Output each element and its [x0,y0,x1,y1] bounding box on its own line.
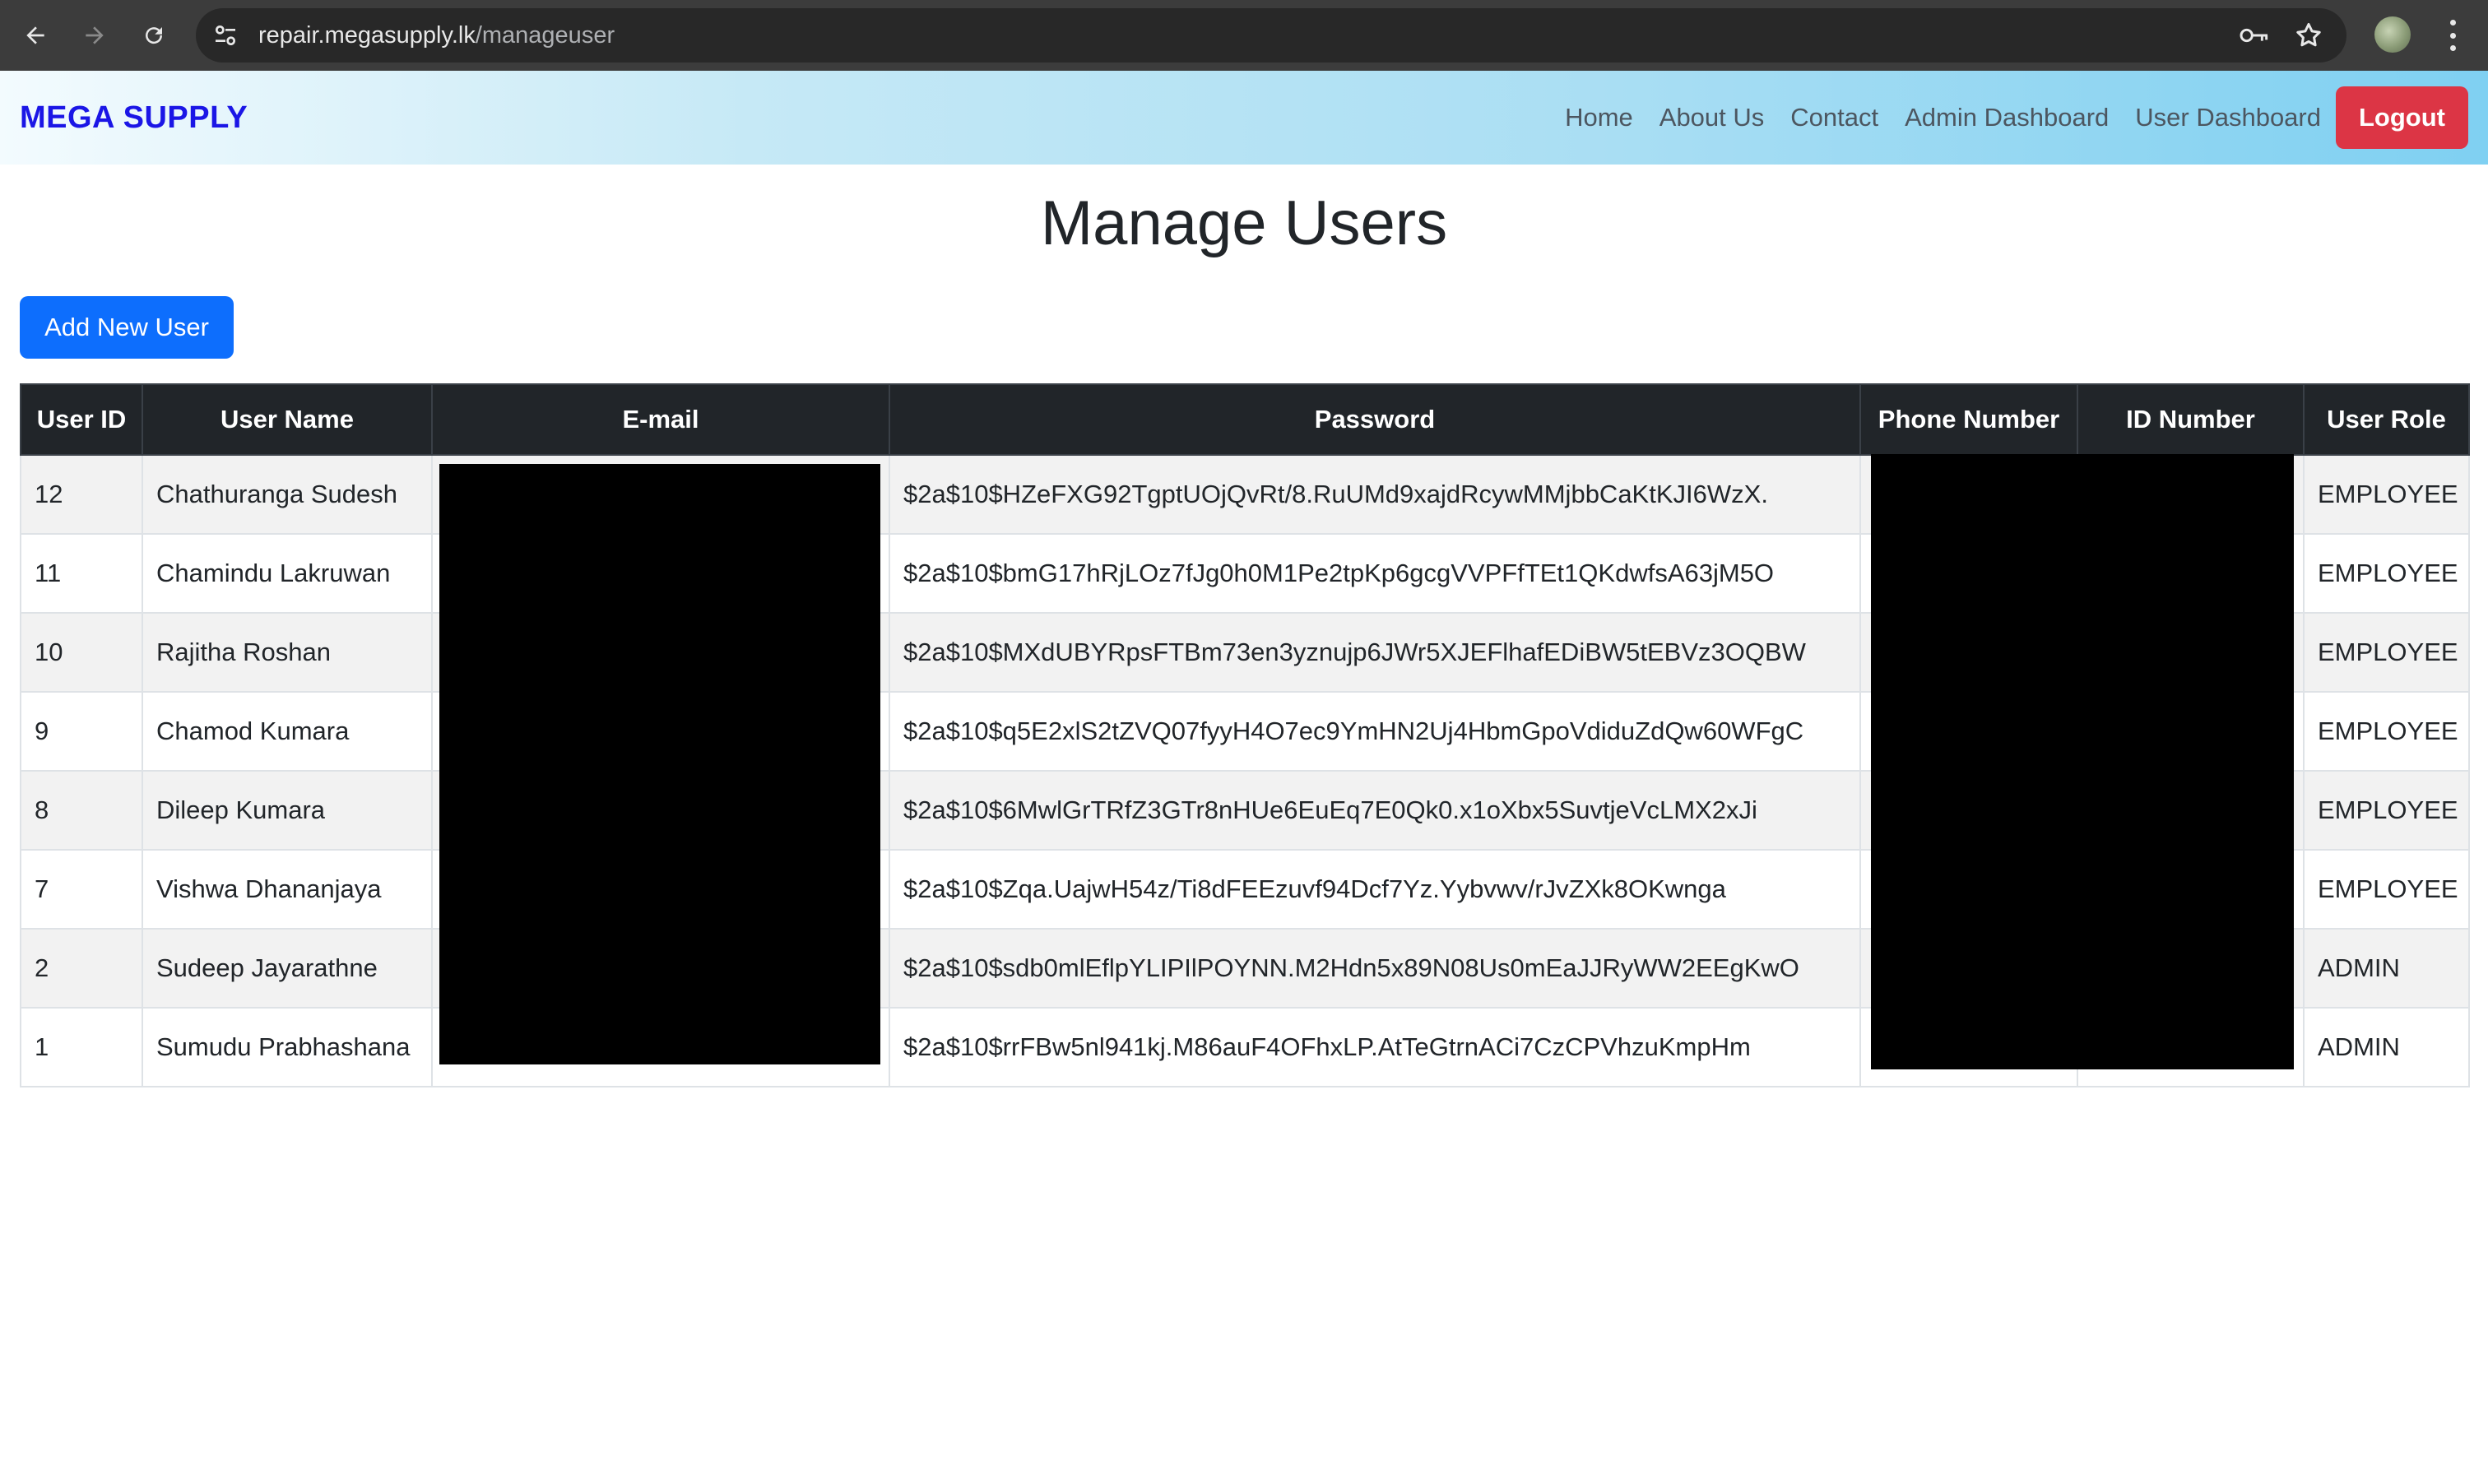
nav-links: Home About Us Contact Admin Dashboard Us… [1539,71,2468,165]
user-name-cell: Chathuranga Sudesh [142,454,433,535]
user-role-cell: EMPLOYEE [2303,770,2470,851]
reload-icon [146,27,163,44]
three-dots-vertical-icon[interactable] [2440,15,2465,56]
user-role-cell: ADMIN [2303,1007,2470,1087]
password-cell: $2a$10$rrFBw5nl941kj.M86auF4OFhxLP.AtTeG… [889,1007,1861,1087]
browser-toolbar: repair.megasupply.lk/manageuser [0,0,2488,71]
user-role-cell: EMPLOYEE [2303,691,2470,772]
nav-link-home[interactable]: Home [1565,103,1633,132]
user-name-cell: Chamod Kumara [142,691,433,772]
user-role-cell: ADMIN [2303,928,2470,1009]
key-icon[interactable] [2238,22,2271,49]
nav-link-about-us[interactable]: About Us [1659,103,1765,132]
logout-button[interactable]: Logout [2335,86,2468,149]
column-header-user-id: User ID [20,383,143,456]
add-new-user-button[interactable]: Add New User [20,296,234,359]
site-navbar: MEGA SUPPLY Home About Us Contact Admin … [0,71,2488,165]
page-title: Manage Users [1040,188,1448,258]
url-text[interactable]: repair.megasupply.lk/manageuser [258,8,615,63]
user-role-cell: EMPLOYEE [2303,454,2470,535]
password-cell: $2a$10$6MwlGrTRfZ3GTr8nHUe6EuEq7E0Qk0.x1… [889,770,1861,851]
user-role-cell: EMPLOYEE [2303,849,2470,930]
column-header-phone-number: Phone Number [1859,383,2078,456]
user-id-cell: 8 [20,770,143,851]
password-cell: $2a$10$MXdUBYRpsFTBm73en3yznujp6JWr5XJEF… [889,612,1861,693]
nav-link-contact[interactable]: Contact [1790,103,1878,132]
password-cell: $2a$10$q5E2xlS2tZVQ07fyyH4O7ec9YmHN2Uj4H… [889,691,1861,772]
reload-button[interactable] [135,16,173,54]
profile-avatar[interactable] [2374,16,2411,53]
password-cell: $2a$10$sdb0mlEflpYLIPIlPOYNN.M2Hdn5x89N0… [889,928,1861,1009]
user-id-cell: 10 [20,612,143,693]
address-bar[interactable]: repair.megasupply.lk/manageuser [196,8,2346,63]
password-cell: $2a$10$HZeFXG92TgptUOjQvRt/8.RuUMd9xajdR… [889,454,1861,535]
star-icon[interactable] [2294,21,2323,50]
password-cell: $2a$10$Zqa.UajwH54z/Ti8dFEEzuvf94Dcf7Yz.… [889,849,1861,930]
column-header-id-number: ID Number [2077,383,2305,456]
tune-icon[interactable] [212,22,239,49]
user-id-cell: 11 [20,533,143,614]
forward-button[interactable] [76,16,114,54]
user-name-cell: Dileep Kumara [142,770,433,851]
phone-id-redaction-block [1871,454,2294,1069]
user-role-cell: EMPLOYEE [2303,533,2470,614]
column-header-email: E-mail [431,383,890,456]
user-name-cell: Rajitha Roshan [142,612,433,693]
user-id-cell: 7 [20,849,143,930]
password-cell: $2a$10$bmG17hRjLOz7fJg0h0M1Pe2tpKp6gcgVV… [889,533,1861,614]
nav-link-admin-dashboard[interactable]: Admin Dashboard [1905,103,2109,132]
user-role-cell: EMPLOYEE [2303,612,2470,693]
user-name-cell: Sumudu Prabhashana [142,1007,433,1087]
back-button[interactable] [16,16,54,54]
email-redaction-block [439,464,880,1064]
url-host: repair.megasupply.lk [258,22,476,49]
user-id-cell: 1 [20,1007,143,1087]
user-id-cell: 9 [20,691,143,772]
arrow-right-icon [86,26,104,44]
user-id-cell: 12 [20,454,143,535]
column-header-password: Password [889,383,1861,456]
arrow-left-icon [26,26,44,44]
user-name-cell: Sudeep Jayarathne [142,928,433,1009]
column-header-user-role: User Role [2303,383,2470,456]
column-header-user-name: User Name [142,383,433,456]
url-path: /manageuser [475,22,615,49]
user-name-cell: Chamindu Lakruwan [142,533,433,614]
nav-link-user-dashboard[interactable]: User Dashboard [2135,103,2321,132]
brand-logo[interactable]: MEGA SUPPLY [20,71,248,165]
table-header-row: User ID User Name E-mail Password Phone … [20,383,2470,456]
user-id-cell: 2 [20,928,143,1009]
user-name-cell: Vishwa Dhananjaya [142,849,433,930]
